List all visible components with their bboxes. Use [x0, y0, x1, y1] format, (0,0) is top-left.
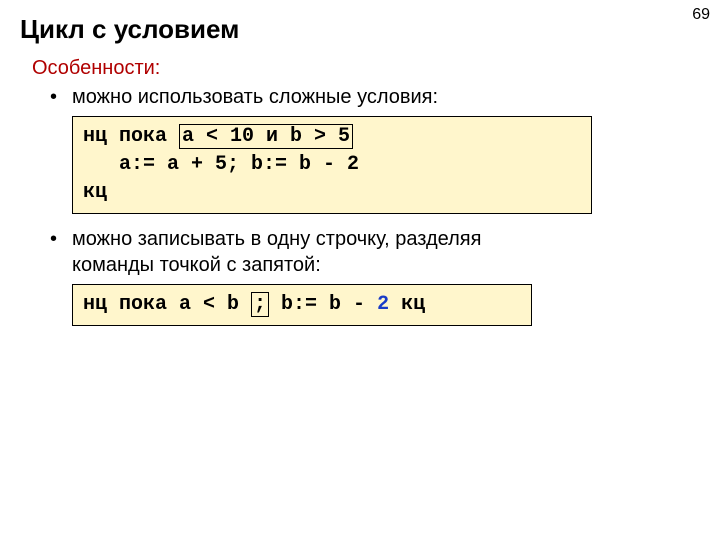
page-number: 69 — [692, 6, 710, 24]
list-item: можно записывать в одну строчку, разделя… — [50, 226, 700, 278]
section-heading: Особенности: — [32, 57, 700, 80]
code-text: нц пока a < b — [83, 293, 251, 316]
code-text: нц пока — [83, 125, 179, 148]
bullet-text: можно записывать в одну строчку, разделя… — [72, 228, 481, 250]
code-content: нц пока a < b ; b:= b - 2 кц — [72, 284, 532, 326]
bullet-text: можно использовать сложные условия: — [72, 86, 438, 108]
code-text: b:= b - — [269, 293, 377, 316]
code-block: нц пока a < 10 и b > 5 a:= a + 5; b:= b … — [72, 116, 592, 214]
bullet-list: можно записывать в одну строчку, разделя… — [50, 226, 700, 278]
code-text: кц — [389, 293, 425, 316]
highlight-condition: a < 10 и b > 5 — [179, 124, 353, 149]
highlight-semicolon: ; — [251, 292, 269, 317]
code-text: кц — [83, 181, 107, 204]
bullet-list: можно использовать сложные условия: — [50, 84, 700, 110]
code-text: a:= a + 5; b:= b - 2 — [83, 153, 359, 176]
code-block: нц пока a < b ; b:= b - 2 кц — [72, 284, 532, 326]
list-item: можно использовать сложные условия: — [50, 84, 700, 110]
page-title: Цикл с условием — [20, 14, 700, 45]
code-number: 2 — [377, 293, 389, 316]
code-content: нц пока a < 10 и b > 5 a:= a + 5; b:= b … — [72, 116, 592, 214]
bullet-text: команды точкой с запятой: — [72, 254, 321, 276]
slide: 69 Цикл с условием Особенности: можно ис… — [0, 0, 720, 540]
